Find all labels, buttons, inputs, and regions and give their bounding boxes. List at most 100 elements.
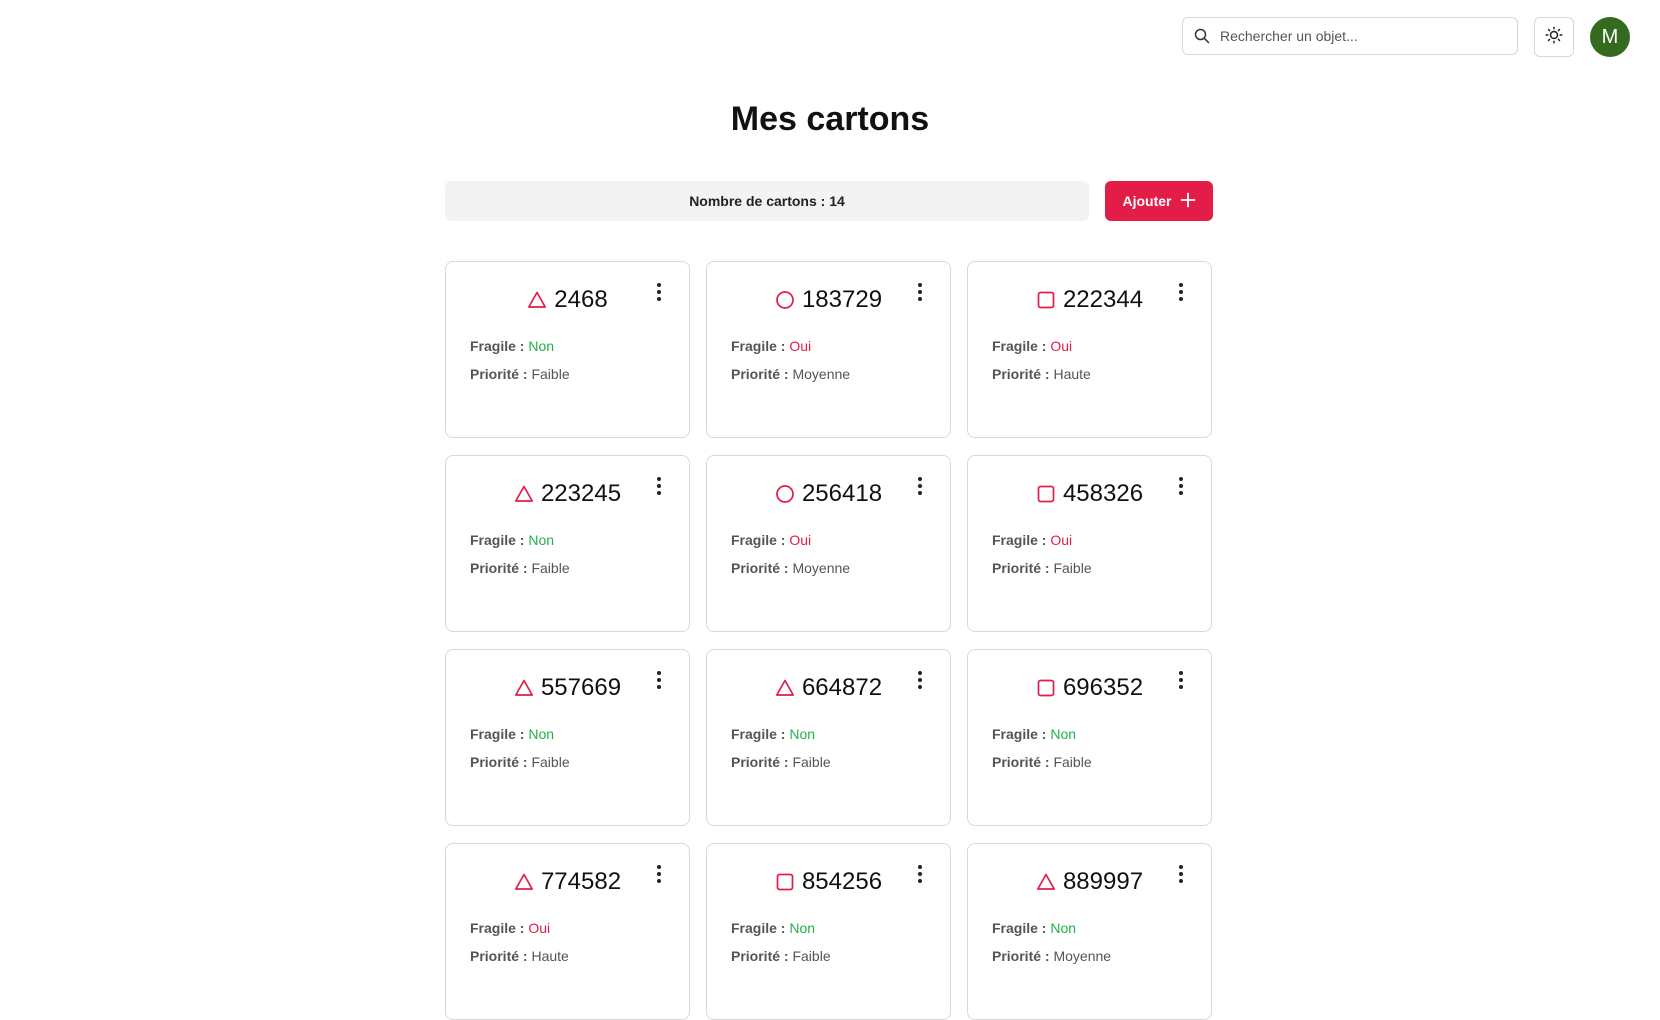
box-card[interactable]: 664872 Fragile : Non Priorité : Faible [706,649,951,826]
box-number: 664872 [801,674,883,701]
box-card[interactable]: 222344 Fragile : Oui Priorité : Haute [967,261,1212,438]
priority-value: Moyenne [792,366,851,382]
circle-icon [775,484,795,504]
avatar[interactable]: M [1590,17,1630,57]
more-options-icon[interactable] [912,668,928,692]
fragile-row: Fragile : Oui [470,920,550,936]
box-number: 183729 [801,286,883,313]
theme-toggle-button[interactable] [1534,17,1574,57]
priority-row: Priorité : Moyenne [731,560,850,576]
box-number: 458326 [1062,480,1144,507]
fragile-label: Fragile : [470,338,525,354]
box-card[interactable]: 696352 Fragile : Non Priorité : Faible [967,649,1212,826]
plus-icon [1180,192,1196,211]
fragile-label: Fragile : [470,920,525,936]
fragile-row: Fragile : Non [992,726,1076,742]
more-options-icon[interactable] [651,668,667,692]
square-icon [775,872,795,892]
fragile-label: Fragile : [992,338,1047,354]
square-icon [1036,484,1056,504]
box-number: 774582 [540,868,622,895]
triangle-icon [514,484,534,504]
priority-row: Priorité : Moyenne [992,948,1111,964]
more-options-icon[interactable] [1173,474,1189,498]
priority-row: Priorité : Faible [731,754,831,770]
triangle-icon [514,872,534,892]
fragile-row: Fragile : Non [731,920,815,936]
more-options-icon[interactable] [651,862,667,886]
triangle-icon [1036,872,1056,892]
search-input[interactable] [1218,27,1517,45]
fragile-row: Fragile : Oui [731,532,811,548]
priority-row: Priorité : Faible [470,754,570,770]
fragile-value: Oui [528,920,551,936]
more-options-icon[interactable] [651,474,667,498]
priority-value: Moyenne [1053,948,1112,964]
fragile-label: Fragile : [731,920,786,936]
box-number: 256418 [801,480,883,507]
priority-value: Faible [531,560,570,576]
more-options-icon[interactable] [912,280,928,304]
fragile-label: Fragile : [470,532,525,548]
fragile-value: Non [1050,920,1077,936]
search-box[interactable] [1182,17,1518,55]
priority-row: Priorité : Faible [470,366,570,382]
priority-value: Moyenne [792,560,851,576]
more-options-icon[interactable] [912,474,928,498]
circle-icon [775,290,795,310]
more-options-icon[interactable] [1173,862,1189,886]
priority-value: Faible [792,948,831,964]
box-card[interactable]: 256418 Fragile : Oui Priorité : Moyenne [706,455,951,632]
fragile-value: Non [789,920,816,936]
priority-row: Priorité : Faible [992,754,1092,770]
box-card[interactable]: 774582 Fragile : Oui Priorité : Haute [445,843,690,1020]
box-card[interactable]: 854256 Fragile : Non Priorité : Faible [706,843,951,1020]
fragile-label: Fragile : [992,920,1047,936]
box-card[interactable]: 2468 Fragile : Non Priorité : Faible [445,261,690,438]
box-grid: 2468 Fragile : Non Priorité : Faible 183… [445,261,1215,1020]
page-title: Mes cartons [730,100,930,138]
priority-label: Priorité : [731,754,789,770]
priority-value: Faible [531,366,570,382]
priority-row: Priorité : Faible [992,560,1092,576]
more-options-icon[interactable] [651,280,667,304]
priority-value: Faible [792,754,831,770]
fragile-row: Fragile : Oui [992,338,1072,354]
fragile-value: Oui [789,338,812,354]
priority-label: Priorité : [992,560,1050,576]
fragile-value: Non [528,338,555,354]
box-card[interactable]: 183729 Fragile : Oui Priorité : Moyenne [706,261,951,438]
box-number: 854256 [801,868,883,895]
add-button-label: Ajouter [1122,193,1172,209]
fragile-row: Fragile : Non [470,726,554,742]
fragile-value: Oui [789,532,812,548]
box-card[interactable]: 557669 Fragile : Non Priorité : Faible [445,649,690,826]
priority-value: Faible [531,754,570,770]
priority-label: Priorité : [470,560,528,576]
priority-row: Priorité : Haute [470,948,569,964]
square-icon [1036,678,1056,698]
more-options-icon[interactable] [1173,668,1189,692]
priority-row: Priorité : Faible [470,560,570,576]
more-options-icon[interactable] [912,862,928,886]
fragile-label: Fragile : [731,726,786,742]
fragile-row: Fragile : Non [470,532,554,548]
triangle-icon [527,290,547,310]
priority-value: Faible [1053,560,1092,576]
search-icon [1194,28,1210,44]
top-bar: M [0,0,1660,74]
fragile-value: Non [528,726,555,742]
sun-icon [1545,25,1563,49]
add-button[interactable]: Ajouter [1105,181,1213,221]
fragile-value: Non [789,726,816,742]
box-number: 696352 [1062,674,1144,701]
box-number: 557669 [540,674,622,701]
box-card[interactable]: 223245 Fragile : Non Priorité : Faible [445,455,690,632]
fragile-label: Fragile : [731,338,786,354]
fragile-row: Fragile : Oui [731,338,811,354]
more-options-icon[interactable] [1173,280,1189,304]
priority-value: Haute [531,948,569,964]
box-card[interactable]: 458326 Fragile : Oui Priorité : Faible [967,455,1212,632]
triangle-icon [775,678,795,698]
box-card[interactable]: 889997 Fragile : Non Priorité : Moyenne [967,843,1212,1020]
